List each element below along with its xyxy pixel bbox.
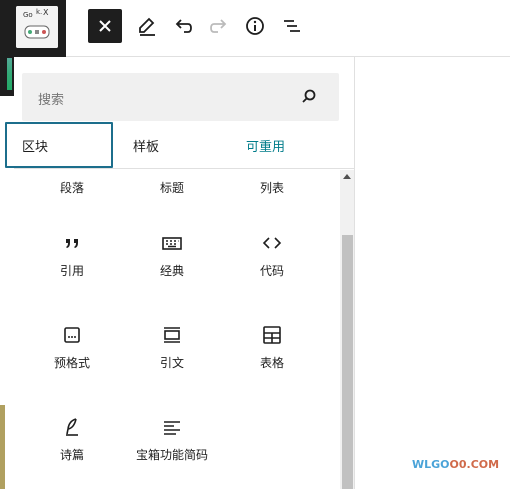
svg-text:X: X	[43, 8, 49, 17]
block-label: 引文	[159, 356, 184, 370]
close-inserter-button[interactable]	[88, 9, 122, 43]
block-label: 宝箱功能简码	[135, 448, 208, 462]
details-button[interactable]	[238, 9, 272, 43]
tabs-divider	[14, 168, 354, 169]
pencil-icon	[139, 17, 155, 36]
shortcode-icon	[164, 421, 180, 435]
quote-icon	[66, 239, 78, 248]
info-icon	[246, 17, 264, 35]
table-icon	[263, 326, 281, 344]
block-label: 标题	[159, 181, 184, 195]
site-logo[interactable]: Go k. X	[16, 6, 58, 48]
tab-blocks[interactable]: 区块	[5, 122, 113, 168]
block-label: 列表	[259, 181, 284, 195]
undo-icon	[175, 19, 192, 33]
svg-text:k.: k.	[36, 8, 42, 16]
block-verse[interactable]: 诗篇	[22, 415, 122, 463]
classic-icon	[162, 237, 182, 250]
block-heading[interactable]: 标题	[122, 180, 222, 196]
edge-meter	[7, 58, 12, 90]
scrollbar-thumb[interactable]	[342, 235, 353, 489]
block-shortcode[interactable]: 宝箱功能简码	[122, 415, 222, 463]
block-label: 段落	[59, 181, 84, 195]
block-quote[interactable]: 引用	[22, 231, 122, 279]
watermark-text-a: WLGO	[412, 458, 450, 471]
block-label: 诗篇	[59, 448, 84, 462]
code-icon	[262, 237, 282, 249]
block-label: 预格式	[53, 356, 90, 370]
block-preformatted[interactable]: 预格式	[22, 323, 122, 371]
svg-text:Go: Go	[23, 11, 33, 19]
search-input[interactable]: 搜索	[38, 89, 64, 108]
panel-border	[354, 57, 355, 489]
list-view-button[interactable]	[274, 9, 308, 43]
block-code[interactable]: 代码	[222, 231, 322, 279]
list-view-icon	[284, 20, 300, 32]
undo-button[interactable]	[166, 9, 200, 43]
watermark: WLGOO0.COM	[412, 458, 499, 471]
block-label: 代码	[259, 264, 284, 278]
tab-patterns[interactable]: 样板	[133, 122, 159, 168]
logo-icon: Go k. X	[16, 6, 58, 48]
search-icon	[301, 88, 317, 108]
pullquote-icon	[164, 327, 180, 343]
block-label: 经典	[159, 264, 184, 278]
close-icon	[99, 20, 111, 32]
tab-reusable[interactable]: 可重用	[246, 122, 285, 168]
block-label: 引用	[59, 264, 84, 278]
block-table[interactable]: 表格	[222, 323, 322, 371]
scroll-up-arrow[interactable]	[343, 174, 351, 179]
block-classic[interactable]: 经典	[122, 231, 222, 279]
tools-button[interactable]	[130, 9, 164, 43]
preformatted-icon	[64, 327, 80, 343]
search-field[interactable]: 搜索	[22, 73, 339, 121]
block-pullquote[interactable]: 引文	[122, 323, 222, 371]
block-label: 表格	[259, 356, 284, 370]
redo-icon	[210, 19, 227, 33]
block-paragraph[interactable]: 段落	[22, 180, 122, 196]
block-list[interactable]: 列表	[222, 180, 322, 196]
watermark-text-b: O0.COM	[449, 458, 500, 471]
redo-button[interactable]	[202, 9, 236, 43]
edge-accent	[0, 405, 5, 489]
verse-icon	[66, 418, 78, 436]
